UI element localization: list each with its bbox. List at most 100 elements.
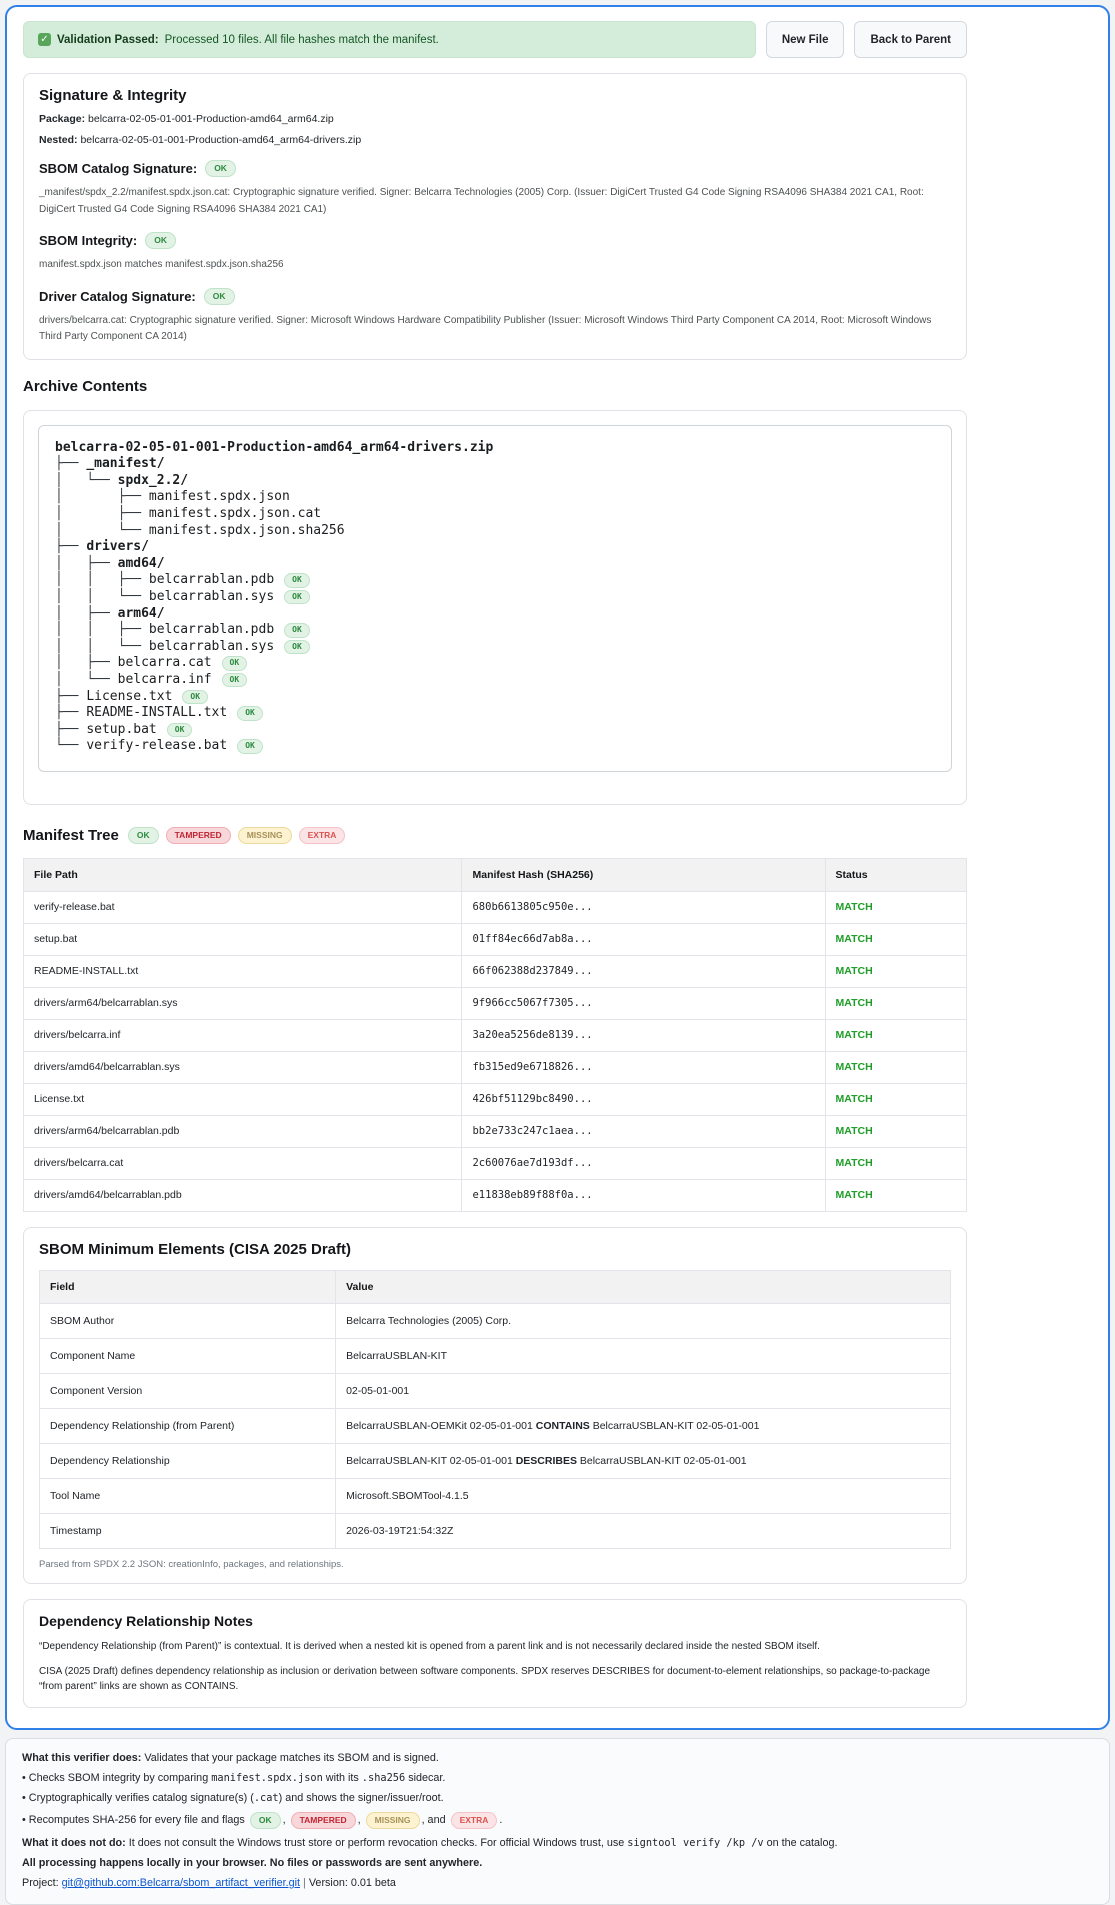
signature-integrity-panel: Signature & Integrity Package: belcarra-… (23, 73, 967, 360)
sbom-heading: SBOM Minimum Elements (CISA 2025 Draft) (39, 1240, 352, 1258)
tree-connector: ├── (55, 456, 87, 472)
ok-badge: OK (284, 590, 310, 605)
signature-item-detail: _manifest/spdx_2.2/manifest.spdx.json.ca… (39, 187, 924, 215)
back-to-parent-button[interactable]: Back to Parent (854, 21, 967, 58)
tree-node-name: manifest.spdx.json (148, 489, 290, 505)
tree-node-name: verify-release.bat (86, 738, 228, 754)
dependency-notes-heading: Dependency Relationship Notes (39, 1612, 253, 1629)
tampered-badge: TAMPERED (290, 1811, 356, 1830)
ok-badge: OK (221, 673, 248, 688)
tree-node: │ └── belcarra.inf OK (55, 672, 939, 689)
signature-item-detail: drivers/belcarra.cat: Cryptographic sign… (39, 314, 932, 343)
ok-badge: OK (284, 639, 310, 655)
legend-badge: EXTRA (298, 826, 346, 844)
new-file-button[interactable]: New File (765, 21, 845, 58)
hash-cell: 3a20ea5256de8139... (461, 1018, 826, 1052)
manifest-row: drivers/belcarra.inf 3a20ea5256de8139...… (22, 1018, 968, 1052)
ok-badge: OK (203, 287, 235, 305)
sbom-row: Component Version 02-05-01-001 (38, 1372, 951, 1409)
manifest-tree-heading: Manifest Tree (23, 826, 119, 844)
tree-connector: ├── (55, 539, 87, 555)
tree-node-name: spdx_2.2/ (117, 472, 189, 488)
tree-node: │ └── manifest.spdx.json.sha256 (55, 523, 939, 540)
tree-connector: │ └── (55, 522, 149, 538)
tree-node-name: _manifest/ (86, 456, 165, 472)
nested-label: Nested: (39, 134, 78, 146)
dependency-notes-panel: Dependency Relationship Notes “Dependenc… (23, 1598, 967, 1708)
legend-badge: TAMPERED (165, 826, 231, 844)
ok-badge: OK (237, 706, 263, 721)
tree-node: │ ├── arm64/ (55, 606, 939, 623)
tree-node-name: amd64/ (117, 555, 165, 571)
tree-node: │ │ ├── belcarrablan.pdb OK (55, 622, 939, 639)
tree-connector: │ ├── (55, 605, 118, 621)
tree-node-name: License.txt (86, 688, 173, 704)
file-path-cell: drivers/amd64/belcarrablan.pdb (22, 1178, 463, 1212)
hash-cell: fb315ed9e6718826... (461, 1050, 826, 1084)
manifest-row: README-INSTALL.txt 66f062388d237849... M… (22, 954, 968, 988)
manifest-row: drivers/amd64/belcarrablan.pdb e11838eb8… (22, 1178, 968, 1212)
manifest-row: drivers/belcarra.cat 2c60076ae7d193df...… (22, 1146, 968, 1180)
ok-badge: OK (182, 689, 209, 705)
sbom-value-cell: BelcarraUSBLAN-KIT (335, 1337, 951, 1374)
nested-line: Nested: belcarra-02-05-01-001-Production… (39, 134, 951, 146)
status-cell: MATCH (824, 890, 968, 924)
dependency-note: CISA (2025 Draft) defines dependency rel… (39, 1665, 931, 1692)
signature-item-detail: manifest.spdx.json matches manifest.spdx… (39, 259, 284, 271)
signature-items: SBOM Catalog Signature: OK _manifest/spd… (39, 160, 951, 346)
tree-connector: │ │ ├── (55, 572, 149, 588)
hash-cell: e11838eb89f88f0a... (461, 1178, 826, 1212)
footer-not-line: What it does not do: It does not consult… (22, 1837, 838, 1850)
signature-heading: Signature & Integrity (39, 87, 187, 104)
hash-cell: 680b6613805c950e... (461, 890, 826, 924)
sbom-field-cell: Timestamp (38, 1512, 337, 1549)
status-legend: OK TAMPERED MISSING EXTRA (127, 826, 346, 844)
sbom-row: Timestamp 2026-03-19T21:54:32Z (38, 1512, 951, 1549)
banner-title: Validation Passed: (57, 33, 159, 46)
tree-node-name: manifest.spdx.json.sha256 (148, 522, 345, 538)
sbom-elements-panel: SBOM Minimum Elements (CISA 2025 Draft) … (23, 1226, 967, 1584)
tree-node-name: belcarrablan.sys (148, 638, 275, 654)
package-line: Package: belcarra-02-05-01-001-Productio… (39, 113, 951, 125)
project-link[interactable]: git@github.com:Belcarra/sbom_artifact_ve… (62, 1877, 300, 1889)
sbom-footnote: Parsed from SPDX 2.2 JSON: creationInfo,… (39, 1558, 344, 1570)
tree-node: ├── _manifest/ (55, 456, 939, 473)
tree-node: └── verify-release.bat OK (55, 738, 939, 755)
signature-item: SBOM Integrity: OK manifest.spdx.json ma… (39, 232, 951, 274)
tree-node-name: belcarrablan.pdb (148, 572, 275, 588)
manifest-table: File Path Manifest Hash (SHA256) Status … (22, 857, 968, 1212)
tree-connector: │ └── (55, 671, 118, 687)
footer-local-line: All processing happens locally in your b… (22, 1857, 483, 1870)
banner-text: Processed 10 files. All file hashes matc… (164, 33, 439, 46)
tree-node: │ ├── manifest.spdx.json (55, 489, 939, 506)
tree-connector: │ ├── (55, 655, 118, 671)
tree-node: ├── setup.bat OK (55, 722, 939, 739)
legend-badge: OK (127, 826, 159, 844)
tree-node: ├── README-INSTALL.txt OK (55, 705, 939, 722)
tree-connector: │ │ ├── (55, 622, 149, 638)
manifest-row: License.txt 426bf51129bc8490... MATCH (22, 1082, 968, 1116)
tree-node-name: drivers/ (86, 539, 149, 555)
tree-connector: │ └── (55, 472, 118, 488)
footer-bullet-signature: • Cryptographically verifies catalog sig… (22, 1791, 444, 1804)
col-field: Field (38, 1269, 337, 1304)
tree-node: │ │ └── belcarrablan.sys OK (55, 589, 939, 606)
validation-banner: ✓ Validation Passed: Processed 10 files.… (23, 21, 756, 58)
sbom-field-cell: Component Version (38, 1372, 337, 1409)
status-cell: MATCH (824, 954, 968, 988)
sbom-field-cell: Dependency Relationship (from Parent) (38, 1407, 337, 1444)
col-status: Status (824, 857, 968, 892)
tree-node-name: belcarrablan.pdb (148, 622, 275, 638)
hash-cell: 66f062388d237849... (461, 954, 826, 988)
status-cell: MATCH (824, 1018, 968, 1052)
tree-node-name: manifest.spdx.json.cat (148, 506, 322, 522)
sbom-table: Field Value SBOM Author Belcarra Technol… (38, 1269, 951, 1549)
ok-badge: OK (145, 232, 176, 250)
ok-badge: OK (205, 160, 236, 178)
sbom-row: Tool Name Microsoft.SBOMTool-4.1.5 (38, 1477, 951, 1514)
ok-badge: OK (284, 573, 310, 588)
signature-item: Driver Catalog Signature: OK drivers/bel… (39, 287, 951, 346)
manifest-row: setup.bat 01ff84ec66d7ab8a... MATCH (22, 922, 968, 956)
extra-badge: EXTRA (450, 1811, 498, 1830)
file-path-cell: drivers/amd64/belcarrablan.sys (22, 1050, 463, 1084)
